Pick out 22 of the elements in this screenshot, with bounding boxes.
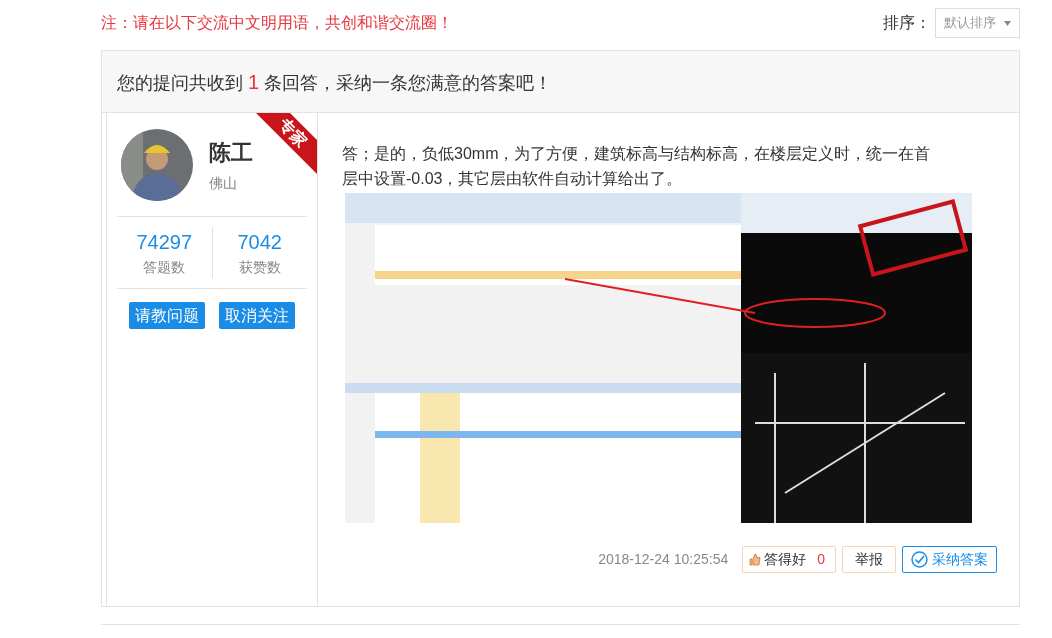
report-button[interactable]: 举报 [842,546,896,573]
answer-time: 2018-12-24 10:25:54 [598,550,729,569]
summary-text: 您的提问共收到 1 条回答，采纳一条您满意的答案吧！ [117,69,553,95]
stat-value: 7042 [237,230,282,255]
like-button[interactable]: 答得好 0 [742,546,836,573]
accept-button[interactable]: 采纳答案 [902,546,997,573]
sort-label: 排序： [883,13,931,33]
action-button[interactable]: 请教问题 [129,302,205,329]
answer-text: 答；是的，负低30mm，为了方便，建筑标高与结构标高，在楼层定义时，统一在首层中设置-0.03，其它层由软件自动计算给出了。 [342,144,932,189]
check-circle-icon [911,551,928,568]
action-button[interactable]: 取消关注 [219,302,295,329]
user-name: 陈工 [209,138,253,167]
stat-label: 获赞数 [238,258,281,277]
user-location: 佛山 [209,173,238,193]
sort-dropdown[interactable]: 默认排序 [935,8,1020,38]
caret-icon [1004,20,1011,26]
like-count: 0 [817,550,825,569]
stat-label: 答题数 [143,258,186,277]
stat-value: 74297 [136,230,193,255]
notice-text: 注：请在以下交流中文明用语，共创和谐交流圈！ [101,13,453,33]
thumbs-up-icon [749,553,762,566]
expert-label: 专家 [275,114,312,152]
